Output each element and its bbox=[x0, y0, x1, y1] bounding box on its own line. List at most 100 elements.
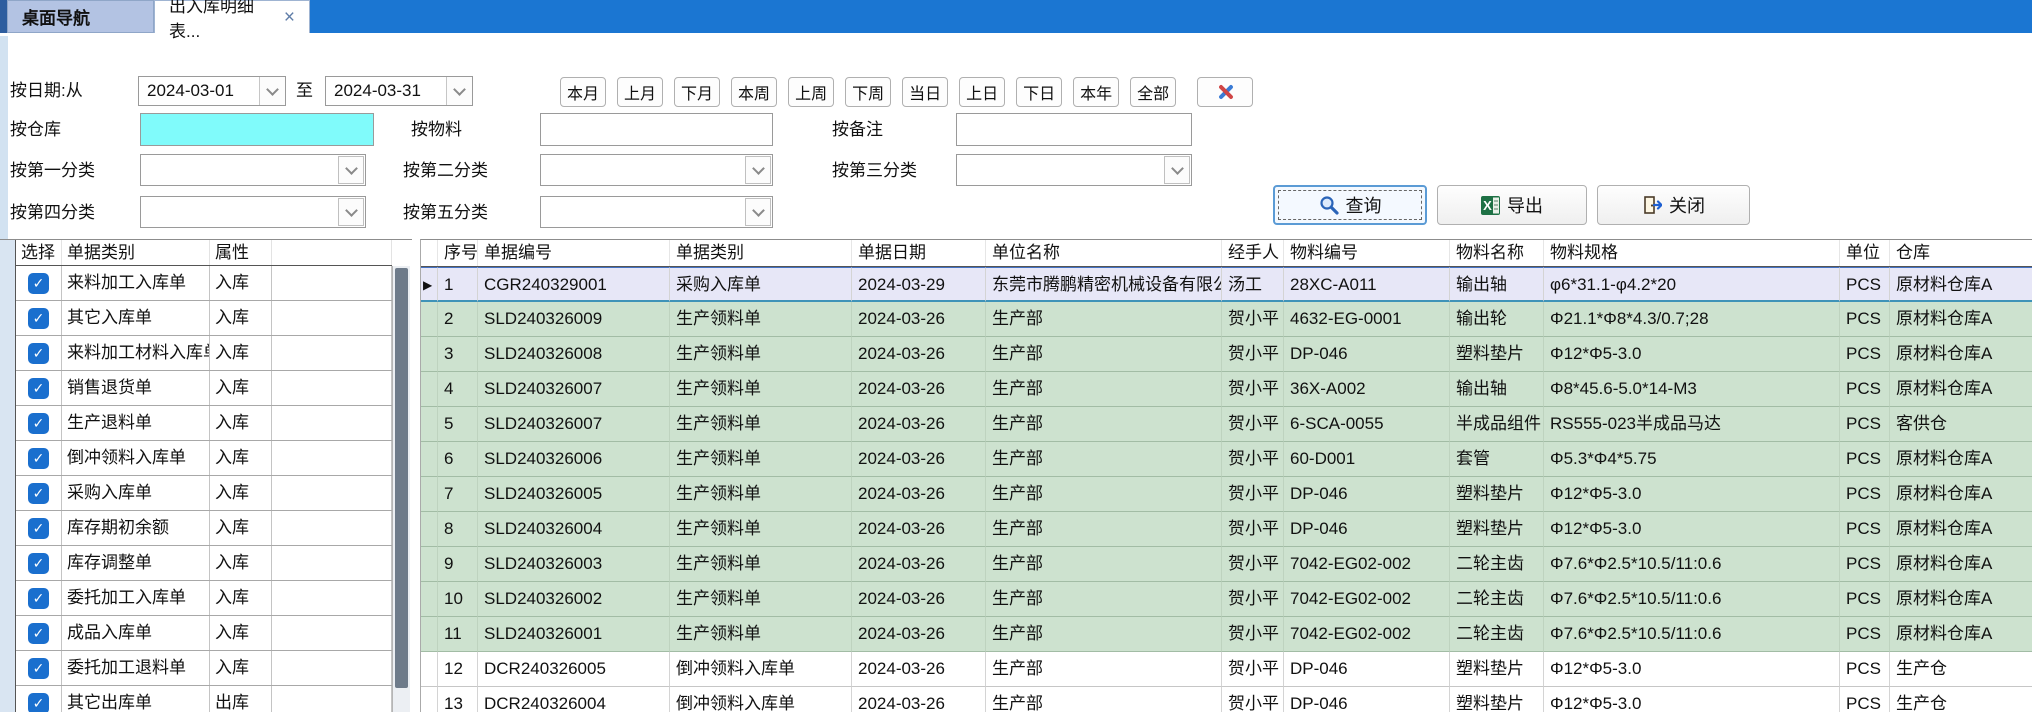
quick-range-button[interactable]: 下日 bbox=[1016, 77, 1062, 107]
material-spec-cell[interactable]: Φ21.1*Φ8*4.3/0.7;28 bbox=[1544, 302, 1840, 337]
category1-dropdown-button[interactable] bbox=[338, 156, 364, 184]
doc-type-row[interactable]: ✓其它出库单出库 bbox=[16, 686, 392, 712]
doc-type-row[interactable]: ✓库存调整单入库 bbox=[16, 546, 392, 581]
doc-type-name-cell[interactable]: 其它入库单 bbox=[62, 301, 210, 335]
doc-date-cell[interactable]: 2024-03-26 bbox=[852, 477, 986, 512]
doc-type-blank-cell[interactable] bbox=[272, 616, 392, 650]
date-to-picker[interactable]: 2024-03-31 bbox=[325, 76, 473, 106]
doc-type-blank-cell[interactable] bbox=[272, 581, 392, 615]
material-name-cell[interactable]: 半成品组件 bbox=[1450, 407, 1544, 442]
table-row[interactable]: ▶1CGR240329001采购入库单2024-03-29东莞市腾鹏精密机械设备… bbox=[421, 267, 2032, 302]
doc-type-attr-cell[interactable]: 入库 bbox=[210, 406, 272, 440]
unit-name-cell[interactable]: 生产部 bbox=[986, 582, 1222, 617]
material-no-cell[interactable]: 28XC-A011 bbox=[1284, 267, 1450, 302]
quick-range-button[interactable]: 下月 bbox=[674, 77, 720, 107]
uom-cell[interactable]: PCS bbox=[1840, 477, 1890, 512]
doc-type-row[interactable]: ✓倒冲领料入库单入库 bbox=[16, 441, 392, 476]
doc-type-select-cell[interactable]: ✓ bbox=[16, 301, 62, 335]
uom-cell[interactable]: PCS bbox=[1840, 547, 1890, 582]
doc-type-name-cell[interactable]: 销售退货单 bbox=[62, 371, 210, 405]
uom-cell[interactable]: PCS bbox=[1840, 582, 1890, 617]
row-number-cell[interactable]: 4 bbox=[438, 372, 478, 407]
doc-date-cell[interactable]: 2024-03-29 bbox=[852, 267, 986, 302]
material-spec-cell[interactable]: Φ12*Φ5-3.0 bbox=[1544, 337, 1840, 372]
material-no-cell[interactable]: 4632-EG-0001 bbox=[1284, 302, 1450, 337]
doc-type-attr-cell[interactable]: 入库 bbox=[210, 651, 272, 685]
table-row[interactable]: 5SLD240326007生产领料单2024-03-26生产部贺小平6-SCA-… bbox=[421, 407, 2032, 442]
doc-date-cell[interactable]: 2024-03-26 bbox=[852, 547, 986, 582]
warehouse-cell[interactable]: 原材料仓库A bbox=[1890, 617, 2032, 652]
handler-cell[interactable]: 贺小平 bbox=[1222, 687, 1284, 712]
doc-type-row[interactable]: ✓其它入库单入库 bbox=[16, 301, 392, 336]
date-to-dropdown-button[interactable] bbox=[446, 77, 472, 105]
doc-no-cell[interactable]: CGR240329001 bbox=[478, 267, 670, 302]
quick-range-button[interactable]: 下周 bbox=[845, 77, 891, 107]
material-name-cell[interactable]: 输出轮 bbox=[1450, 302, 1544, 337]
row-number-cell[interactable]: 10 bbox=[438, 582, 478, 617]
checkbox-checked[interactable]: ✓ bbox=[28, 658, 49, 679]
close-tab-icon[interactable]: × bbox=[284, 8, 295, 27]
tab-desktop-nav[interactable]: 桌面导航 bbox=[7, 0, 154, 33]
checkbox-checked[interactable]: ✓ bbox=[28, 378, 49, 399]
checkbox-checked[interactable]: ✓ bbox=[28, 343, 49, 364]
doc-no-cell[interactable]: SLD240326001 bbox=[478, 617, 670, 652]
clear-date-filter-button[interactable] bbox=[1197, 77, 1253, 107]
doc-date-cell[interactable]: 2024-03-26 bbox=[852, 337, 986, 372]
doc-type-blank-cell[interactable] bbox=[272, 371, 392, 405]
doc-type-attr-cell[interactable]: 入库 bbox=[210, 371, 272, 405]
handler-cell[interactable]: 贺小平 bbox=[1222, 302, 1284, 337]
unit-name-cell[interactable]: 生产部 bbox=[986, 442, 1222, 477]
handler-cell[interactable]: 贺小平 bbox=[1222, 477, 1284, 512]
material-name-cell[interactable]: 输出轴 bbox=[1450, 372, 1544, 407]
doc-type-select-cell[interactable]: ✓ bbox=[16, 616, 62, 650]
doc-type-row[interactable]: ✓ 委托加工退料单入库 bbox=[16, 651, 392, 686]
uom-cell[interactable]: PCS bbox=[1840, 652, 1890, 687]
doc-type-cell[interactable]: 生产领料单 bbox=[670, 582, 852, 617]
warehouse-cell[interactable]: 原材料仓库A bbox=[1890, 547, 2032, 582]
row-number-cell[interactable]: 3 bbox=[438, 337, 478, 372]
table-row[interactable]: 4SLD240326007生产领料单2024-03-26生产部贺小平36X-A0… bbox=[421, 372, 2032, 407]
quick-range-button[interactable]: 本年 bbox=[1073, 77, 1119, 107]
quick-range-button[interactable]: 本月 bbox=[560, 77, 606, 107]
doc-type-name-cell[interactable]: 成品入库单 bbox=[62, 616, 210, 650]
doc-no-cell[interactable]: SLD240326007 bbox=[478, 372, 670, 407]
handler-cell[interactable]: 汤工 bbox=[1222, 267, 1284, 302]
table-row[interactable]: 10SLD240326002生产领料单2024-03-26生产部贺小平7042-… bbox=[421, 582, 2032, 617]
warehouse-cell[interactable]: 原材料仓库A bbox=[1890, 512, 2032, 547]
doc-date-cell[interactable]: 2024-03-26 bbox=[852, 407, 986, 442]
doc-type-select-cell[interactable]: ✓ bbox=[16, 651, 62, 685]
doc-type-cell[interactable]: 生产领料单 bbox=[670, 512, 852, 547]
doc-type-cell[interactable]: 生产领料单 bbox=[670, 477, 852, 512]
doc-type-name-cell[interactable]: 库存调整单 bbox=[62, 546, 210, 580]
doc-type-select-cell[interactable]: ✓ bbox=[16, 476, 62, 510]
table-row[interactable]: 11SLD240326001生产领料单2024-03-26生产部贺小平7042-… bbox=[421, 617, 2032, 652]
table-row[interactable]: 7SLD240326005生产领料单2024-03-26生产部贺小平DP-046… bbox=[421, 477, 2032, 512]
doc-type-blank-cell[interactable] bbox=[272, 266, 392, 300]
doc-type-name-cell[interactable]: 其它出库单 bbox=[62, 686, 210, 712]
quick-range-button[interactable]: 当日 bbox=[902, 77, 948, 107]
row-number-cell[interactable]: 9 bbox=[438, 547, 478, 582]
close-button[interactable]: 关闭 bbox=[1597, 185, 1750, 225]
doc-type-attr-cell[interactable]: 入库 bbox=[210, 476, 272, 510]
doc-type-name-cell[interactable]: 委托加工退料单 bbox=[62, 651, 210, 685]
material-spec-cell[interactable]: Φ7.6*Φ2.5*10.5/11:0.6 bbox=[1544, 617, 1840, 652]
uom-cell[interactable]: PCS bbox=[1840, 512, 1890, 547]
doc-type-select-cell[interactable]: ✓ bbox=[16, 266, 62, 300]
doc-date-cell[interactable]: 2024-03-26 bbox=[852, 617, 986, 652]
handler-cell[interactable]: 贺小平 bbox=[1222, 547, 1284, 582]
row-number-cell[interactable]: 12 bbox=[438, 652, 478, 687]
doc-type-select-cell[interactable]: ✓ bbox=[16, 581, 62, 615]
material-name-cell[interactable]: 二轮主齿 bbox=[1450, 617, 1544, 652]
warehouse-cell[interactable]: 生产仓 bbox=[1890, 652, 2032, 687]
doc-type-cell[interactable]: 生产领料单 bbox=[670, 302, 852, 337]
date-from-dropdown-button[interactable] bbox=[259, 77, 285, 105]
doc-date-cell[interactable]: 2024-03-26 bbox=[852, 582, 986, 617]
doc-type-blank-cell[interactable] bbox=[272, 511, 392, 545]
doc-type-row[interactable]: ✓采购入库单入库 bbox=[16, 476, 392, 511]
doc-no-cell[interactable]: SLD240326008 bbox=[478, 337, 670, 372]
doc-type-attr-cell[interactable]: 入库 bbox=[210, 266, 272, 300]
checkbox-checked[interactable]: ✓ bbox=[28, 693, 49, 712]
doc-type-row[interactable]: ✓生产退料单入库 bbox=[16, 406, 392, 441]
material-name-cell[interactable]: 二轮主齿 bbox=[1450, 547, 1544, 582]
table-row[interactable]: 3SLD240326008生产领料单2024-03-26生产部贺小平DP-046… bbox=[421, 337, 2032, 372]
